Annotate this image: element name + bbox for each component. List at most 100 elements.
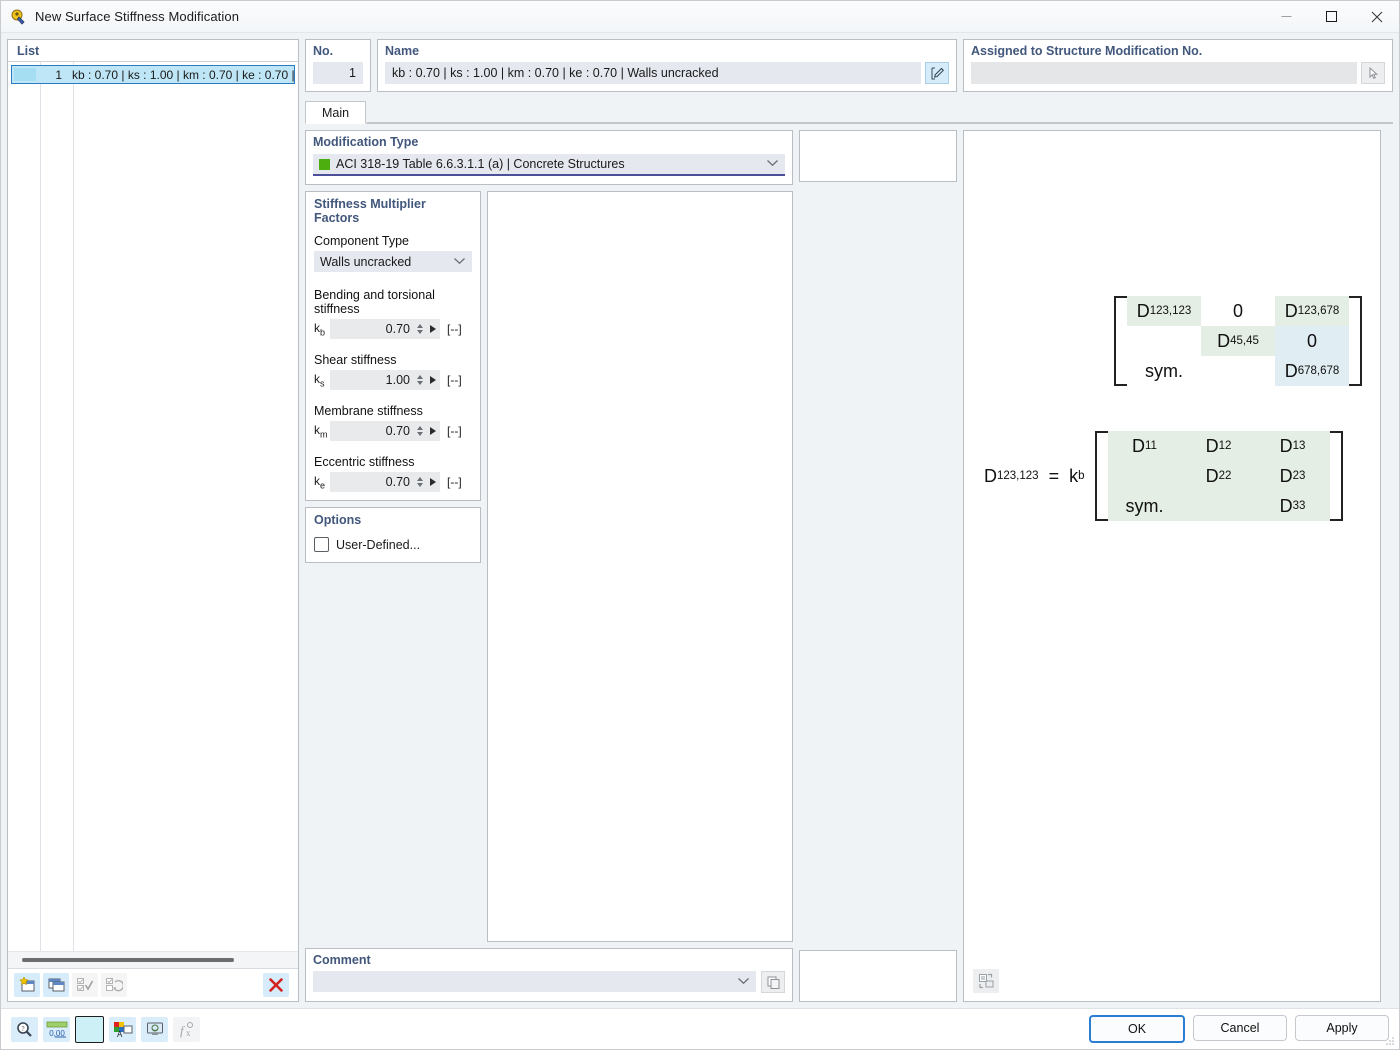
- no-input[interactable]: 1: [313, 62, 363, 84]
- copy-item-button[interactable]: [43, 973, 69, 997]
- preview-placeholder-panel: [487, 191, 793, 942]
- user-defined-checkbox[interactable]: [314, 537, 329, 552]
- shear-stiffness-more-button[interactable]: [425, 370, 440, 390]
- tab-strip-filler: [367, 100, 1393, 123]
- matrix-bracket-left: [1094, 431, 1108, 521]
- assigned-label: Assigned to Structure Modification No.: [971, 44, 1203, 58]
- component-type-label: Component Type: [314, 234, 409, 248]
- matrix-bracket-right: [1329, 431, 1343, 521]
- function-button[interactable]: f x: [173, 1016, 200, 1042]
- eccentric-stiffness-spinner[interactable]: [414, 472, 425, 492]
- bending-stiffness-spinner[interactable]: [414, 319, 425, 339]
- render-legend-button[interactable]: A: [109, 1016, 136, 1042]
- matrix-cell: [1201, 356, 1275, 386]
- shear-stiffness-row: ks 1.00 [--]: [314, 370, 472, 390]
- header-fields: No. 1 Name kb : 0.70 | ks : 1.00 | km : …: [305, 39, 1393, 92]
- list-toolbar: [8, 968, 298, 1001]
- delete-item-button[interactable]: [263, 973, 289, 997]
- stiffness-matrix-full: D 123,123 0 D 123,678 D 45,45 0 sym. D67…: [1114, 296, 1362, 386]
- comment-caption: Comment: [313, 953, 371, 967]
- tab-content: Modification Type ACI 318-19 Table 6.6.3…: [305, 124, 1393, 1002]
- component-type-combo[interactable]: Walls uncracked: [314, 251, 472, 272]
- component-type-value: Walls uncracked: [320, 254, 412, 269]
- color-swatch-button[interactable]: [75, 1015, 104, 1043]
- bending-stiffness-symbol: kb: [314, 320, 326, 338]
- edit-name-icon[interactable]: [925, 62, 949, 84]
- options-caption: Options: [314, 513, 362, 527]
- status-bar-tools: ? 0,00 A f x: [11, 1015, 200, 1043]
- new-item-button[interactable]: [14, 973, 40, 997]
- dialog-body: List 1 kb : 0.70 | ks : 1.00 | km : 0.70…: [1, 33, 1399, 1049]
- close-button[interactable]: [1354, 1, 1399, 32]
- side-boxes-column: [799, 130, 957, 1002]
- list-panel: List 1 kb : 0.70 | ks : 1.00 | km : 0.70…: [7, 39, 299, 1002]
- matrix-cell: sym.: [1145, 360, 1183, 381]
- matrix-cell: D 678,678: [1275, 356, 1349, 386]
- list-panel-caption: List: [17, 44, 40, 58]
- membrane-stiffness-more-button[interactable]: [425, 421, 440, 441]
- bending-stiffness-more-button[interactable]: [425, 319, 440, 339]
- membrane-stiffness-input[interactable]: 0.70: [330, 421, 414, 441]
- matrix-bracket-left: [1114, 296, 1127, 386]
- dialog-buttons: OK Cancel Apply: [1089, 1015, 1389, 1043]
- bending-stiffness-input[interactable]: 0.70: [330, 319, 414, 339]
- eccentric-stiffness-label: Eccentric stiffness: [314, 455, 415, 469]
- right-column: No. 1 Name kb : 0.70 | ks : 1.00 | km : …: [299, 39, 1393, 1008]
- invert-selection-button[interactable]: [101, 973, 127, 997]
- window-title: New Surface Stiffness Modification: [35, 9, 240, 24]
- name-field-group: Name kb : 0.70 | ks : 1.00 | km : 0.70 |…: [377, 39, 957, 92]
- graphics-panel[interactable]: D 123,123 0 D 123,678 D 45,45 0 sym. D67…: [963, 130, 1381, 1002]
- side-box-top: [799, 130, 957, 182]
- tab-strip: Main: [305, 100, 1393, 124]
- matrix-cell: D 45,45: [1201, 326, 1275, 356]
- list-area[interactable]: 1 kb : 0.70 | ks : 1.00 | km : 0.70 | ke…: [8, 61, 298, 951]
- pick-icon[interactable]: [1361, 62, 1385, 84]
- user-defined-row[interactable]: User-Defined...: [314, 537, 472, 552]
- modification-type-combo[interactable]: ACI 318-19 Table 6.6.3.1.1 (a) | Concret…: [313, 154, 785, 176]
- matrix-cell: [1108, 461, 1182, 491]
- assigned-field-group: Assigned to Structure Modification No.: [963, 39, 1393, 92]
- shear-stiffness-input[interactable]: 1.00: [330, 370, 414, 390]
- list-item[interactable]: 1 kb : 0.70 | ks : 1.00 | km : 0.70 | ke…: [11, 65, 295, 84]
- select-all-button[interactable]: [72, 973, 98, 997]
- ok-button[interactable]: OK: [1089, 1015, 1185, 1043]
- zoom-tool-button[interactable]: ?: [11, 1016, 38, 1042]
- matrix-cell: D 11: [1132, 435, 1157, 456]
- options-group: Options User-Defined...: [305, 507, 481, 563]
- app-icon: [11, 9, 27, 25]
- apply-button[interactable]: Apply: [1295, 1015, 1389, 1041]
- chevron-down-icon: [737, 976, 750, 988]
- graphics-column: D 123,123 0 D 123,678 D 45,45 0 sym. D67…: [963, 130, 1381, 1002]
- maximize-button[interactable]: [1309, 1, 1354, 32]
- list-column-separator-2: [73, 62, 74, 951]
- matrix-cell: D 12: [1205, 435, 1232, 456]
- export-image-icon[interactable]: [973, 969, 999, 993]
- assigned-input[interactable]: [971, 62, 1357, 84]
- list-horizontal-scrollbar[interactable]: [8, 951, 298, 968]
- eccentric-stiffness-more-button[interactable]: [425, 472, 440, 492]
- cancel-button[interactable]: Cancel: [1193, 1015, 1287, 1041]
- matrix-cell: D 33: [1279, 495, 1306, 516]
- chevron-down-icon: [766, 158, 779, 170]
- minimize-button[interactable]: [1264, 1, 1309, 32]
- list-scrollbar-thumb[interactable]: [22, 958, 234, 962]
- window-controls: [1264, 1, 1399, 32]
- shear-stiffness-spinner[interactable]: [414, 370, 425, 390]
- resize-grip[interactable]: [1383, 1034, 1395, 1046]
- comment-copy-icon[interactable]: [761, 971, 785, 993]
- modification-type-value: ACI 318-19 Table 6.6.3.1.1 (a) | Concret…: [336, 157, 625, 171]
- eccentric-stiffness-unit: [--]: [447, 475, 462, 489]
- list-item-name: kb : 0.70 | ks : 1.00 | km : 0.70 | ke :…: [72, 67, 295, 82]
- display-properties-button[interactable]: [141, 1016, 168, 1042]
- comment-combo[interactable]: [313, 971, 756, 992]
- tab-main[interactable]: Main: [305, 101, 367, 124]
- name-input[interactable]: kb : 0.70 | ks : 1.00 | km : 0.70 | ke :…: [385, 62, 921, 84]
- list-item-number: 1: [55, 67, 62, 82]
- comment-group: Comment: [305, 948, 793, 1002]
- membrane-stiffness-spinner[interactable]: [414, 421, 425, 441]
- decimal-places-button[interactable]: 0,00: [43, 1016, 70, 1042]
- eccentric-stiffness-input[interactable]: 0.70: [330, 472, 414, 492]
- user-defined-label: User-Defined...: [336, 537, 421, 552]
- bending-matrix-equation: D 123,123 = kb D 11 D 12 D 13 D 22 D 23 …: [984, 431, 1343, 521]
- right-edge-spacer: [1387, 130, 1393, 1002]
